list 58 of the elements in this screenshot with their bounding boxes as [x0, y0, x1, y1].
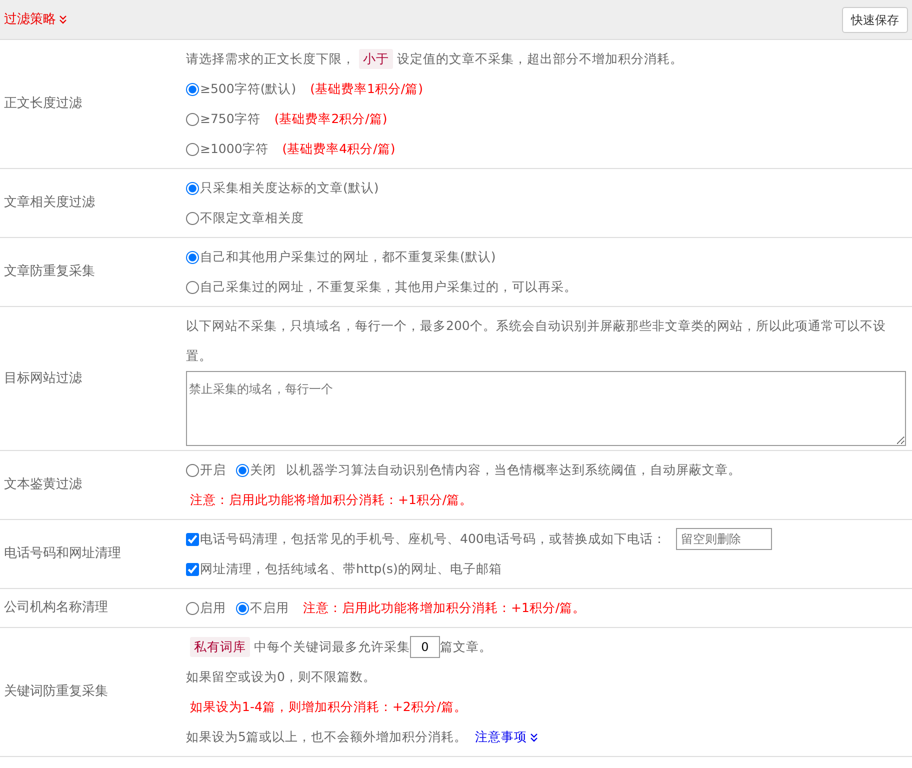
- keyword-tag: 小于: [359, 49, 393, 69]
- input-field[interactable]: 0: [410, 636, 440, 658]
- option-label[interactable]: 网址清理，包括纯域名、带http(s)的网址、电子邮箱: [200, 554, 502, 584]
- input-field[interactable]: 留空则删除: [676, 528, 772, 550]
- description-text: 如果留空或设为0，则不限篇数。: [186, 668, 376, 686]
- option-label[interactable]: ≥1000字符: [200, 134, 268, 164]
- warning-text: 注意：启用此功能将增加积分消耗：+1积分/篇。: [190, 491, 473, 509]
- warning-text: (基础费率4积分/篇): [282, 140, 396, 158]
- radio-button[interactable]: [186, 112, 199, 126]
- row-label: 正文长度过滤: [3, 95, 83, 114]
- option-label[interactable]: 不启用: [250, 593, 289, 623]
- warning-text: 注意：启用此功能将增加积分消耗：+1积分/篇。: [303, 599, 586, 617]
- checkbox[interactable]: [186, 532, 199, 546]
- chevron-icon: [59, 15, 67, 24]
- warning-text: (基础费率2积分/篇): [274, 110, 388, 128]
- row-label: 目标网站过滤: [3, 370, 83, 388]
- option-label[interactable]: 不限定文章相关度: [200, 203, 304, 233]
- row-label: 公司机构名称清理: [3, 599, 109, 618]
- radio-button[interactable]: [186, 602, 199, 614]
- radio-button[interactable]: [186, 82, 199, 96]
- row-label: 文本鉴黄过滤: [3, 476, 83, 494]
- description-text: 以机器学习算法自动识别色情内容，当色情概率达到系统阈值，自动屏蔽文章。: [286, 461, 741, 479]
- option-label[interactable]: 开启: [200, 455, 226, 485]
- row-label: 关键词防重复采集: [3, 683, 109, 702]
- radio-button[interactable]: [186, 182, 199, 194]
- radio-button[interactable]: [186, 280, 199, 294]
- option-label[interactable]: 自己和其他用户采集过的网址，都不重复采集(默认): [200, 242, 496, 272]
- keyword-tag: 私有词库: [190, 637, 250, 657]
- option-label[interactable]: 关闭: [250, 455, 276, 485]
- radio-button[interactable]: [186, 212, 199, 224]
- radio-button[interactable]: [236, 464, 249, 476]
- description-text: 篇文章。: [440, 638, 492, 656]
- radio-button[interactable]: [186, 250, 199, 264]
- radio-button[interactable]: [236, 602, 249, 614]
- row-label: 文章相关度过滤: [3, 194, 96, 212]
- section-title[interactable]: 过滤策略: [4, 10, 56, 30]
- checkbox[interactable]: [186, 562, 199, 576]
- option-label[interactable]: 只采集相关度达标的文章(默认): [200, 173, 379, 203]
- option-label[interactable]: ≥500字符(默认): [200, 74, 296, 104]
- radio-button[interactable]: [186, 142, 199, 156]
- description-text: 设定值的文章不采集，超出部分不增加积分消耗。: [397, 50, 683, 68]
- description-text: 中每个关键词最多允许采集: [254, 638, 410, 656]
- description-text: 如果设为5篇或以上，也不会额外增加积分消耗。: [186, 728, 467, 746]
- warning-text: (基础费率1积分/篇): [310, 80, 424, 98]
- option-label[interactable]: 启用: [200, 593, 226, 623]
- radio-button[interactable]: [186, 464, 199, 476]
- chevron-icon: [530, 733, 538, 742]
- option-label[interactable]: ≥750字符: [200, 104, 260, 134]
- save-button[interactable]: 快速保存: [842, 6, 908, 32]
- description-text: 请选择需求的正文长度下限，: [186, 50, 355, 68]
- row-label: 电话号码和网址清理: [3, 545, 122, 564]
- notes-link[interactable]: 注意事项: [474, 722, 538, 752]
- description-text: 以下网站不采集，只填域名，每行一个，最多200个。系统会自动识别并屏蔽那些非文章类的网站，所以此项通常可以不设置。: [186, 317, 887, 365]
- row-label: 文章防重复采集: [3, 263, 96, 282]
- warning-text: 如果设为1-4篇，则增加积分消耗：+2积分/篇。: [190, 698, 468, 716]
- option-label[interactable]: 自己采集过的网址，不重复采集，其他用户采集过的，可以再采。: [200, 272, 577, 302]
- domain-textarea[interactable]: 禁止采集的域名，每行一个: [186, 371, 906, 446]
- option-label[interactable]: 电话号码清理，包括常见的手机号、座机号、400电话号码，或替换成如下电话：: [200, 524, 666, 554]
